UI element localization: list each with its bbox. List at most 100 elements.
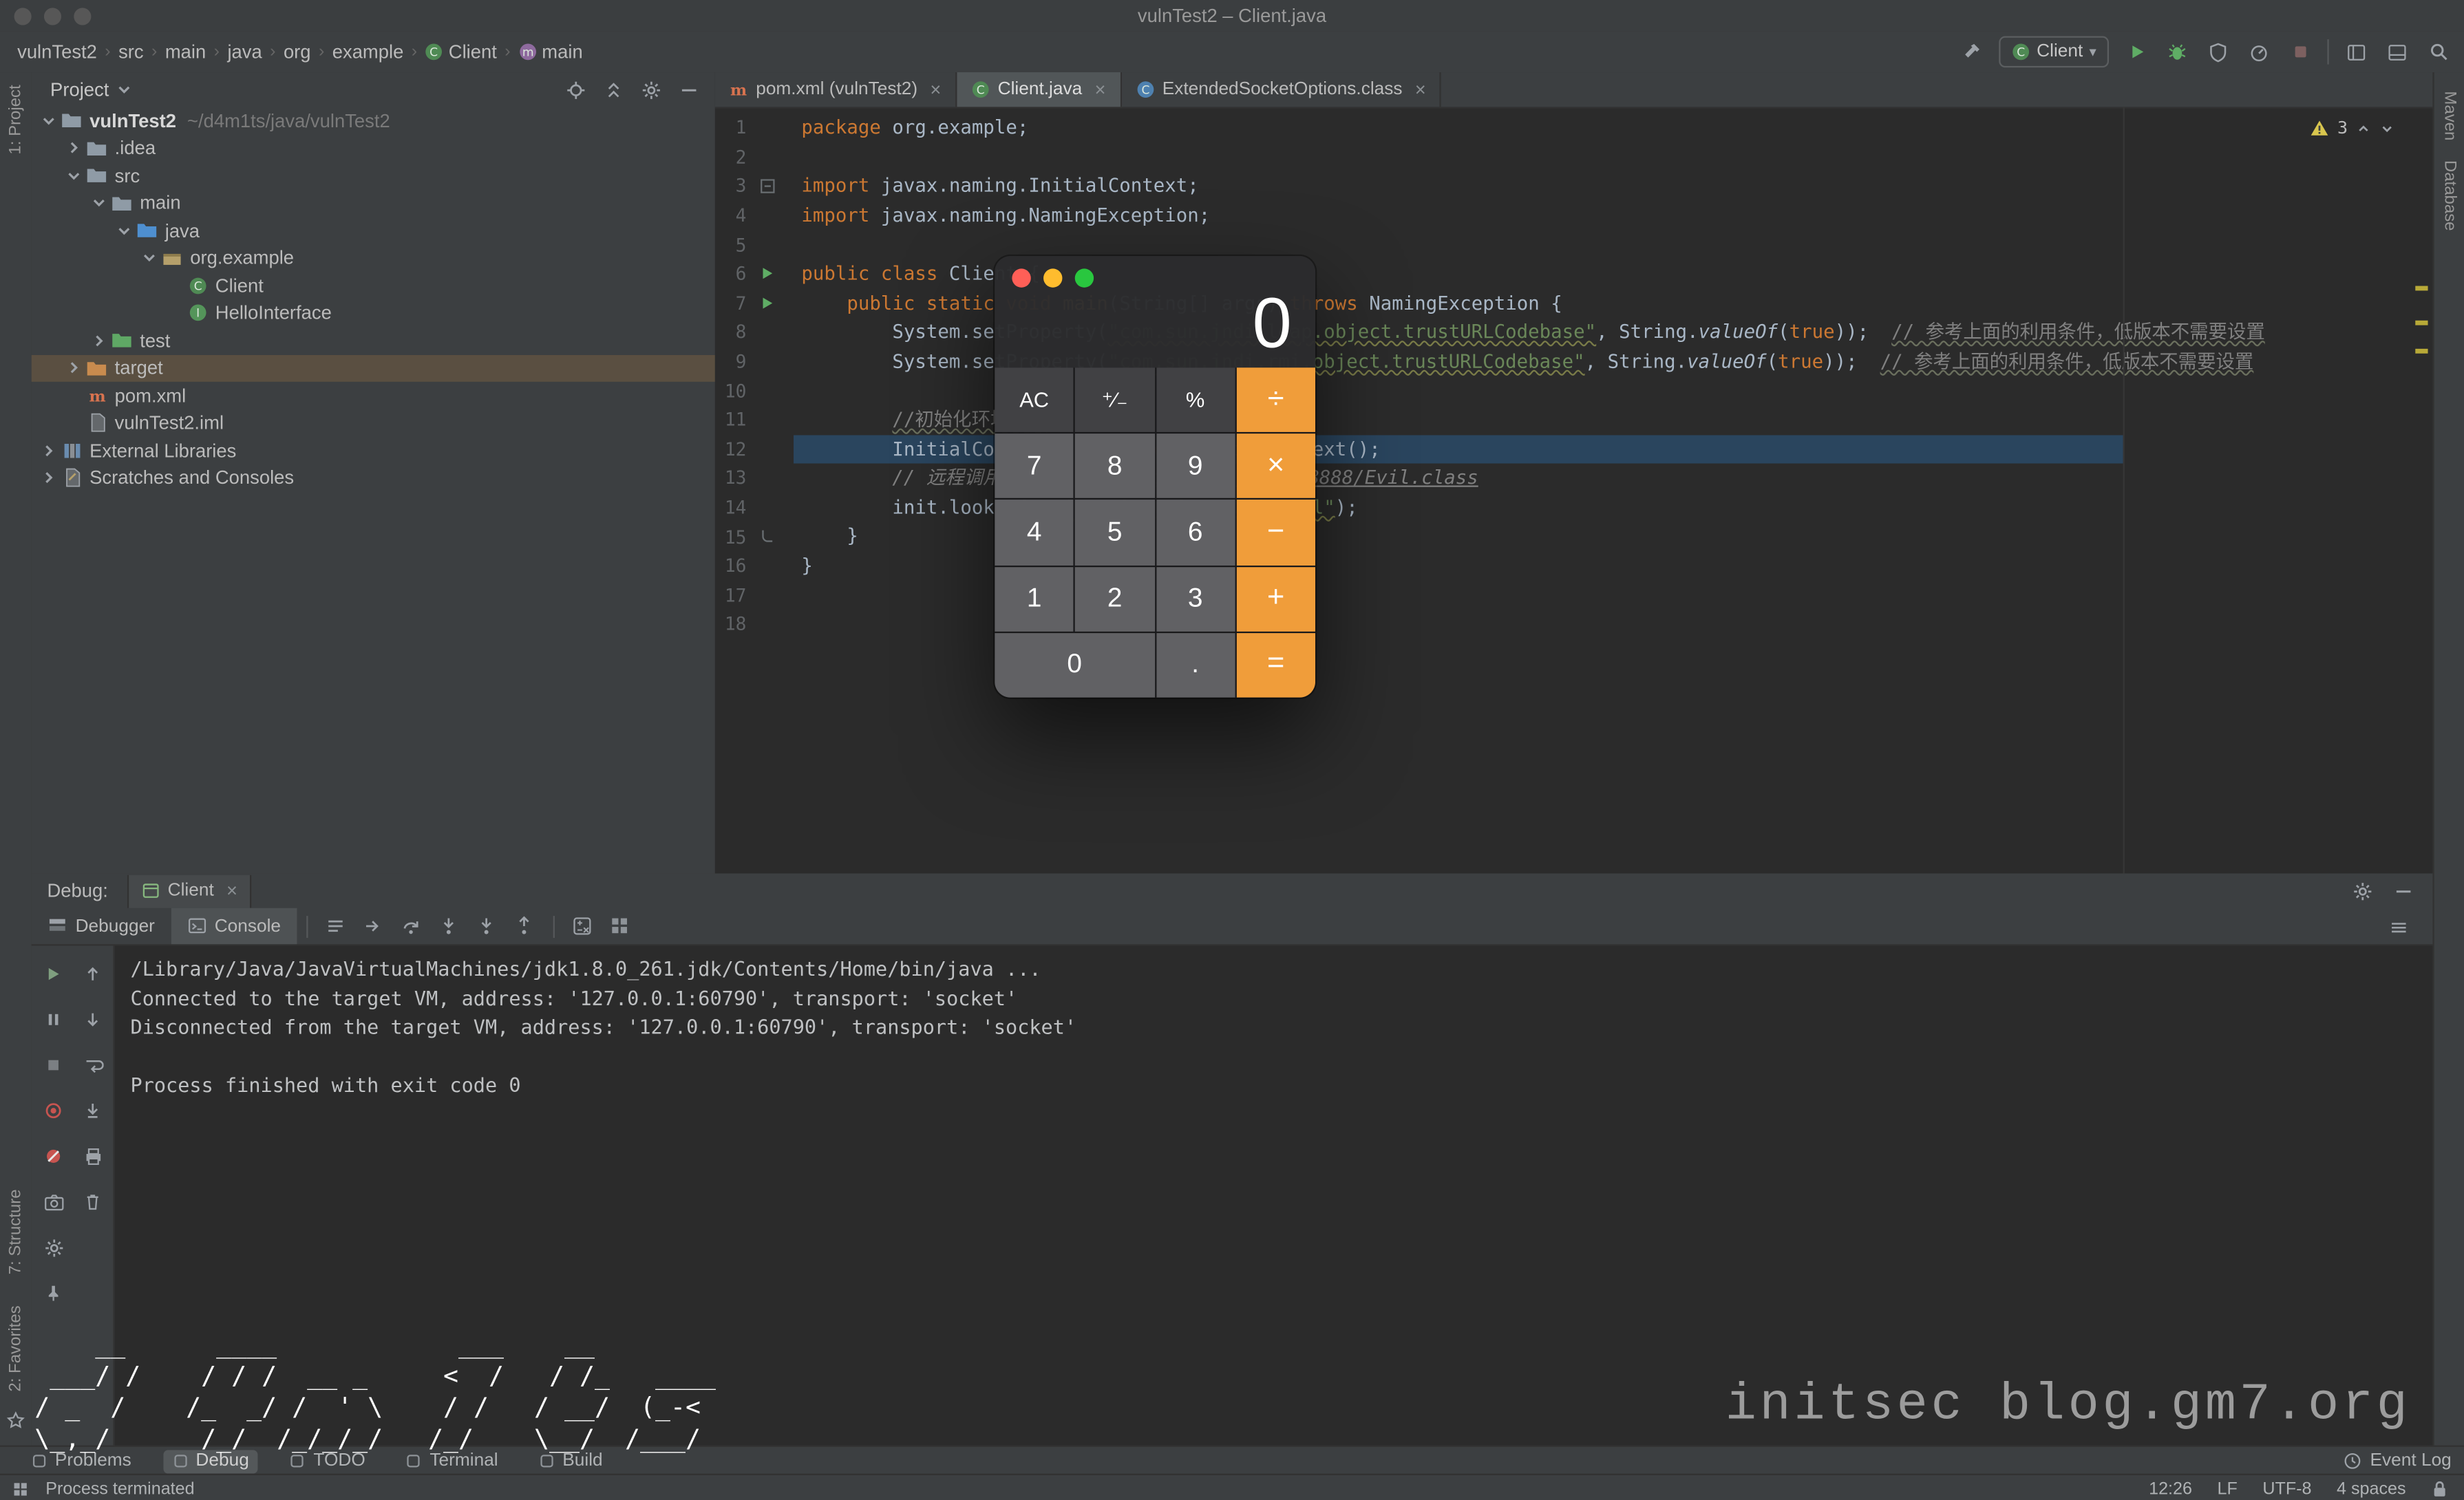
line-number[interactable]: 9 xyxy=(715,350,747,372)
close-window-button[interactable] xyxy=(14,8,32,25)
view-breakpoints-button[interactable] xyxy=(38,1095,70,1126)
run-with-coverage-button[interactable] xyxy=(2205,39,2231,65)
step-over-button[interactable] xyxy=(396,910,427,942)
chevron-right-icon[interactable] xyxy=(38,442,59,458)
gutter-line-11[interactable]: 11 xyxy=(715,405,794,434)
line-number[interactable]: 4 xyxy=(715,204,747,226)
inspections-widget[interactable]: 3 xyxy=(2311,118,2394,138)
scroll-end-button[interactable] xyxy=(77,1095,109,1126)
gutter-line-7[interactable]: 7 xyxy=(715,288,794,317)
chevron-right-icon[interactable] xyxy=(63,360,83,376)
tree-item-src[interactable]: src xyxy=(32,162,716,189)
calc-key-3[interactable]: 3 xyxy=(1156,566,1235,631)
editor-gutter[interactable]: 123456789101112131415161718 xyxy=(715,113,794,639)
chevron-down-icon[interactable] xyxy=(138,250,159,266)
tree-item-vulntest2-iml[interactable]: vulnTest2.iml xyxy=(32,409,716,437)
tree-item-org-example[interactable]: org.example xyxy=(32,244,716,272)
calc-key-7[interactable]: 7 xyxy=(995,434,1074,499)
chevron-right-icon[interactable] xyxy=(63,140,83,156)
step-into-button[interactable] xyxy=(434,910,465,942)
calc-key-4[interactable]: 4 xyxy=(995,500,1074,565)
indent-indicator[interactable]: 4 spaces xyxy=(2337,1479,2406,1498)
line-number[interactable]: 2 xyxy=(715,146,747,168)
debug-button[interactable] xyxy=(2164,39,2191,65)
gutter-line-6[interactable]: 6 xyxy=(715,259,794,288)
line-number[interactable]: 8 xyxy=(715,321,747,343)
calc-key-multiply[interactable]: × xyxy=(1236,434,1315,499)
code-line-12[interactable]: InitialContext init = new InitialContext… xyxy=(794,434,2123,463)
locate-file-button[interactable] xyxy=(566,79,586,100)
gutter-line-14[interactable]: 14 xyxy=(715,493,794,522)
hide-debug-panel-button[interactable] xyxy=(2393,881,2414,901)
calc-key-divide[interactable]: ÷ xyxy=(1236,367,1315,432)
layout-bottom-button[interactable] xyxy=(2384,39,2411,65)
calc-key-plus-minus[interactable]: ⁺⁄₋ xyxy=(1075,367,1154,432)
tree-item-external-libraries[interactable]: External Libraries xyxy=(32,437,716,464)
event-log-button[interactable]: Event Log xyxy=(2344,1452,2452,1470)
breadcrumb-item-vulntest2[interactable]: vulnTest2 xyxy=(16,41,98,63)
line-number[interactable]: 15 xyxy=(715,526,747,548)
breadcrumb-item-main[interactable]: mmain xyxy=(517,41,584,63)
line-number[interactable]: 13 xyxy=(715,467,747,489)
line-number[interactable]: 1 xyxy=(715,117,747,139)
line-number[interactable]: 16 xyxy=(715,555,747,577)
chevron-right-icon[interactable] xyxy=(88,332,109,348)
breadcrumb-item-example[interactable]: example xyxy=(330,41,405,63)
run-play-sm-icon[interactable] xyxy=(747,295,787,311)
fold-minus-icon[interactable] xyxy=(747,179,787,193)
chevron-down-icon[interactable] xyxy=(38,113,59,129)
gutter-line-18[interactable]: 18 xyxy=(715,610,794,639)
play-button[interactable] xyxy=(38,958,70,990)
calc-key-6[interactable]: 6 xyxy=(1156,500,1235,565)
line-number[interactable]: 18 xyxy=(715,613,747,635)
evaluate-button[interactable] xyxy=(567,910,599,942)
debug-tab-debugger[interactable]: Debugger xyxy=(32,908,171,945)
line-number[interactable]: 12 xyxy=(715,438,747,460)
layout-button[interactable] xyxy=(2343,39,2370,65)
warning-stripe-mark[interactable] xyxy=(2415,286,2428,291)
line-separator-indicator[interactable]: LF xyxy=(2217,1479,2237,1498)
build-button[interactable] xyxy=(1958,39,1985,65)
calc-key-2[interactable]: 2 xyxy=(1075,566,1154,631)
zoom-window-button[interactable] xyxy=(74,8,91,25)
close-tab-icon[interactable]: × xyxy=(1415,78,1426,100)
calc-key-9[interactable]: 9 xyxy=(1156,434,1235,499)
debug-settings-button[interactable] xyxy=(2353,881,2373,901)
prev-problem-button[interactable] xyxy=(2356,120,2372,136)
chevron-down-icon[interactable] xyxy=(63,168,83,184)
star-icon[interactable] xyxy=(6,1411,25,1429)
printer-button[interactable] xyxy=(77,1141,109,1172)
gutter-line-9[interactable]: 9 xyxy=(715,347,794,376)
tool-window-switcher-icon[interactable] xyxy=(11,1479,30,1498)
run-button[interactable] xyxy=(2123,39,2150,65)
tree-item-pom-xml[interactable]: mpom.xml xyxy=(32,382,716,409)
line-number[interactable]: 6 xyxy=(715,263,747,285)
gutter-line-3[interactable]: 3 xyxy=(715,171,794,200)
tool-button-structure[interactable]: 7: Structure xyxy=(6,1189,25,1274)
line-number[interactable]: 14 xyxy=(715,497,747,519)
debug-tab-console[interactable]: Console xyxy=(171,908,297,945)
calc-key-decimal[interactable]: . xyxy=(1156,633,1235,698)
step-out-button[interactable] xyxy=(509,910,540,942)
calc-key-percent[interactable]: % xyxy=(1156,367,1235,432)
warning-stripe-mark[interactable] xyxy=(2415,321,2428,325)
trash-button[interactable] xyxy=(77,1186,109,1218)
search-everywhere-button[interactable] xyxy=(2425,39,2452,65)
breadcrumb-item-org[interactable]: org xyxy=(282,41,312,63)
close-icon[interactable]: × xyxy=(226,880,237,902)
calc-key-equals[interactable]: = xyxy=(1236,633,1315,698)
debug-session-tab[interactable]: Client × xyxy=(127,875,251,908)
gutter-line-2[interactable]: 2 xyxy=(715,142,794,171)
run-play-sm-icon[interactable] xyxy=(747,266,787,281)
show-exec-button[interactable] xyxy=(358,910,390,942)
calc-key-clear[interactable]: AC xyxy=(995,367,1074,432)
chevron-down-icon[interactable] xyxy=(113,223,134,239)
gutter-line-5[interactable]: 5 xyxy=(715,230,794,259)
calculator-window[interactable]: 0 AC⁺⁄₋%÷789×456−123+0.= xyxy=(995,256,1315,698)
arrow-down-button[interactable] xyxy=(77,1004,109,1036)
line-number[interactable]: 11 xyxy=(715,409,747,431)
gutter-line-16[interactable]: 16 xyxy=(715,551,794,580)
tool-button-database[interactable]: Database xyxy=(2441,160,2459,231)
gear-button[interactable] xyxy=(38,1232,70,1263)
tree-item-vulntest2[interactable]: vulnTest2~/d4m1ts/java/vulnTest2 xyxy=(32,107,716,134)
